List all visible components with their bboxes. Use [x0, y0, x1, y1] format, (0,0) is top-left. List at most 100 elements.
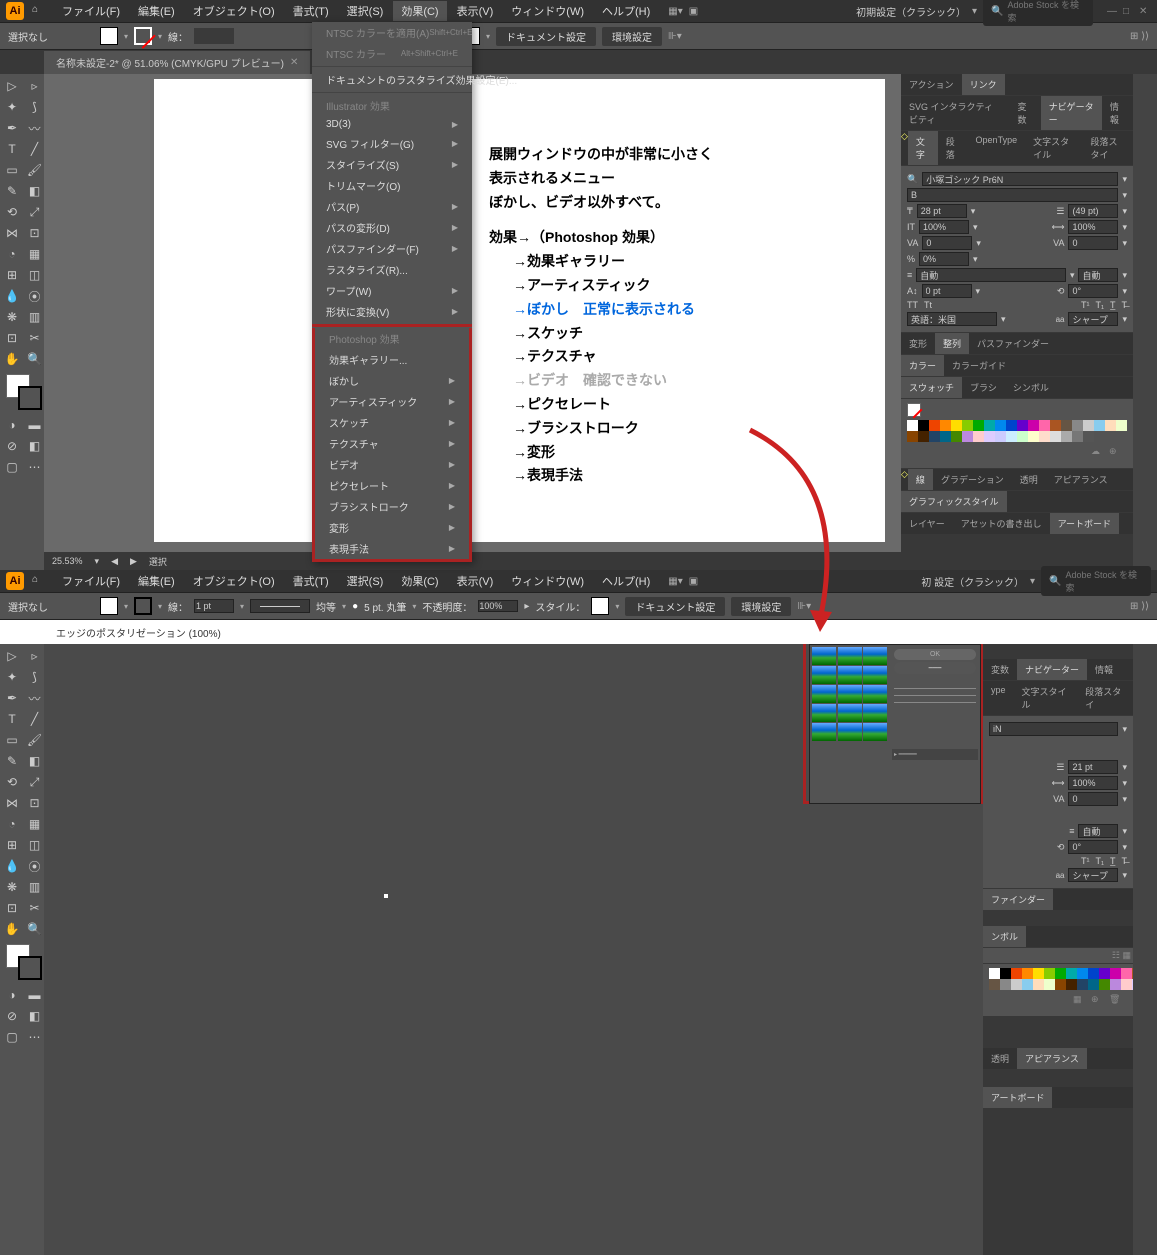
tab-transparency[interactable]: 透明 — [1012, 469, 1046, 490]
tab-opentype[interactable]: OpenType — [968, 131, 1026, 165]
curvature-tool[interactable]: 〰 — [25, 118, 45, 138]
nav-next-icon[interactable]: ▶ — [130, 556, 137, 567]
tab-graphicstyles[interactable]: グラフィックスタイル — [901, 491, 1007, 512]
tab-navigator[interactable]: ナビゲーター — [1041, 96, 1102, 130]
filter-slider-1[interactable] — [894, 688, 976, 689]
swatch[interactable] — [1077, 979, 1088, 990]
swatch[interactable] — [995, 420, 1006, 431]
auto2[interactable] — [1078, 268, 1118, 282]
arrange-icon-2[interactable]: ▦▾ — [668, 576, 682, 587]
menu-edit[interactable]: 編集(E) — [130, 1, 183, 21]
align-icon-2[interactable]: ⊪▾ — [797, 601, 811, 612]
font-family-input[interactable] — [922, 172, 1118, 186]
home-icon[interactable]: ⌂ — [32, 4, 46, 18]
tab-symbols[interactable]: シンボル — [1005, 377, 1057, 398]
swatch[interactable] — [951, 420, 962, 431]
opacity-input[interactable] — [478, 600, 518, 612]
swatch[interactable] — [1033, 979, 1044, 990]
style-swatch-2[interactable] — [591, 597, 609, 615]
swatch[interactable] — [1066, 968, 1077, 979]
fill-swatch-2[interactable] — [100, 597, 118, 615]
aa-select[interactable] — [1068, 312, 1118, 326]
swatch[interactable] — [1116, 420, 1127, 431]
swatch[interactable] — [1088, 979, 1099, 990]
eyedropper-tool[interactable]: 💧 — [2, 286, 22, 306]
swatch[interactable] — [1022, 968, 1033, 979]
tab-character[interactable]: 文字 — [908, 131, 938, 165]
gpu-icon[interactable]: ▣ — [689, 6, 698, 17]
subscript-icon[interactable]: T₁ — [1095, 300, 1104, 310]
swatch[interactable] — [918, 420, 929, 431]
swatch[interactable] — [1011, 968, 1022, 979]
swatch[interactable] — [1061, 431, 1072, 442]
workspace-preset[interactable]: 初期設定（クラシック） — [856, 4, 966, 19]
filter-cancel-button[interactable]: ━━━ — [894, 662, 976, 674]
swatch[interactable] — [1039, 420, 1050, 431]
gradient-tool[interactable]: ◫ — [25, 265, 45, 285]
menu-convert-shape[interactable]: 形状に変換(V)▶ — [312, 301, 472, 322]
rotate-tool[interactable]: ⟲ — [2, 202, 22, 222]
caps-icon[interactable]: TT — [907, 300, 918, 310]
filter-slider-2[interactable] — [894, 695, 976, 696]
stroke-swatch[interactable] — [134, 27, 152, 45]
minimize-icon[interactable]: — — [1107, 6, 1119, 17]
tab-swatches[interactable]: スウォッチ — [901, 377, 962, 398]
home-icon-2[interactable]: ⌂ — [32, 574, 46, 588]
swatch[interactable] — [918, 431, 929, 442]
swatch[interactable] — [1011, 979, 1022, 990]
artboard[interactable]: 展開ウィンドウの中が非常に小さく 表示されるメニュー ぼかし、ビデオ以外すべて。… — [154, 79, 885, 542]
width-tool[interactable]: ⋈ — [2, 223, 22, 243]
artboard-tool[interactable]: ⊡ — [2, 328, 22, 348]
underline-icon[interactable]: T̲ — [1110, 300, 1116, 310]
type-tool[interactable]: T — [2, 139, 22, 159]
tab-close-icon[interactable]: ✕ — [290, 57, 298, 68]
stroke-weight-input[interactable] — [194, 28, 234, 44]
direct-selection-tool[interactable]: ▹ — [25, 76, 45, 96]
draw-mode-icon[interactable]: ◧ — [25, 436, 45, 456]
panel-toggle-icon[interactable]: ⊞ ⟩⟩ — [1130, 31, 1149, 42]
swatch[interactable] — [940, 431, 951, 442]
vscale-input[interactable] — [919, 220, 969, 234]
stroke-dropdown-icon[interactable]: ▾ — [158, 32, 162, 41]
swatch[interactable] — [973, 420, 984, 431]
scale-tool[interactable]: ⤢ — [25, 202, 45, 222]
swatch[interactable] — [1028, 431, 1039, 442]
menu-video[interactable]: ビデオ▶ — [315, 454, 469, 475]
swatch[interactable] — [1055, 979, 1066, 990]
pen-tool[interactable]: ✒ — [2, 118, 22, 138]
swatch[interactable] — [1121, 968, 1132, 979]
swatch[interactable] — [940, 420, 951, 431]
swatch[interactable] — [962, 431, 973, 442]
menu2-select[interactable]: 選択(S) — [339, 571, 392, 591]
tab-artboards[interactable]: アートボード — [1050, 513, 1119, 534]
menu-type[interactable]: 書式(T) — [285, 1, 337, 21]
smallcaps-icon[interactable]: Tt — [924, 300, 932, 310]
swatch[interactable] — [973, 431, 984, 442]
ai-logo[interactable]: Ai — [6, 2, 24, 20]
menu-svg-filter[interactable]: SVG フィルター(G)▶ — [312, 133, 472, 154]
canvas-area[interactable]: 展開ウィンドウの中が非常に小さく 表示されるメニュー ぼかし、ビデオ以外すべて。… — [44, 74, 901, 570]
swatch[interactable] — [1083, 420, 1094, 431]
blend-tool[interactable]: ⦿ — [25, 286, 45, 306]
menu-stylize-ps[interactable]: 表現手法▶ — [315, 538, 469, 559]
swatch[interactable] — [1033, 968, 1044, 979]
superscript-icon[interactable]: T¹ — [1081, 300, 1090, 310]
strike-icon[interactable]: T̶ — [1122, 300, 1128, 310]
tab-stroke[interactable]: 線 — [908, 469, 933, 490]
swatch-lib-icon[interactable]: ☁ — [1091, 446, 1105, 460]
auto-select[interactable] — [916, 268, 1066, 282]
menu-rasterize-settings[interactable]: ドキュメントのラスタライズ効果設定(E)... — [312, 69, 472, 90]
rotation-input[interactable] — [1068, 284, 1118, 298]
fill-stroke-indicator[interactable] — [6, 374, 42, 410]
menu-3d[interactable]: 3D(3)▶ — [312, 116, 472, 133]
tab-svg[interactable]: SVG インタラクティビティ — [901, 96, 1010, 130]
stock-search[interactable]: 🔍 Adobe Stock を検索 — [983, 0, 1093, 26]
filter-thumb[interactable] — [812, 647, 836, 665]
menu2-type[interactable]: 書式(T) — [285, 571, 337, 591]
line-tool[interactable]: ╱ — [25, 139, 45, 159]
menu-artistic[interactable]: アーティスティック▶ — [315, 391, 469, 412]
lasso-tool[interactable]: ⟆ — [25, 97, 45, 117]
kerning-input[interactable] — [922, 236, 972, 250]
align-icon[interactable]: ⊪▾ — [668, 31, 682, 42]
stroke-swatch-2[interactable] — [134, 597, 152, 615]
